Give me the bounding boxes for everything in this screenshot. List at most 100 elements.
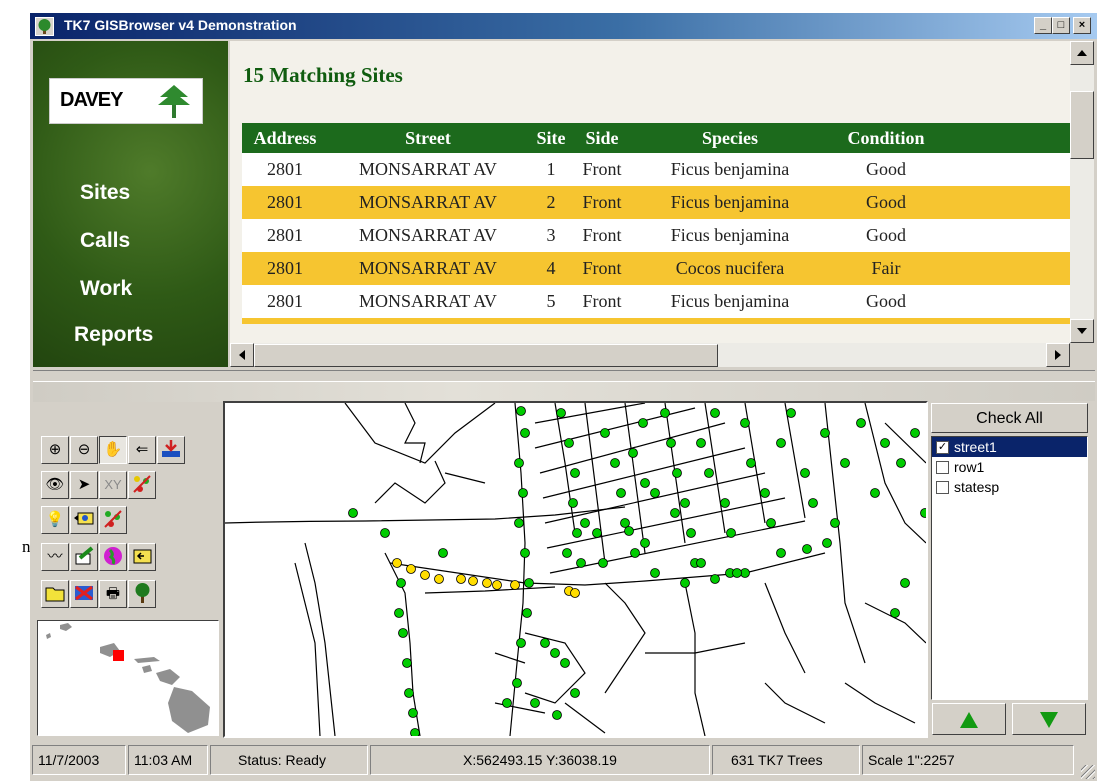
tree-point[interactable]: [640, 478, 650, 488]
remove-tool[interactable]: [70, 580, 98, 608]
horizontal-scroll-thumb[interactable]: [254, 344, 718, 367]
tree-point[interactable]: [404, 688, 414, 698]
tree-point[interactable]: [410, 728, 420, 737]
tree-point[interactable]: [568, 498, 578, 508]
tree-point[interactable]: [348, 508, 358, 518]
tree-point[interactable]: [704, 468, 714, 478]
nav-reports[interactable]: Reports: [74, 323, 153, 347]
layer-checkbox[interactable]: ✓: [936, 441, 949, 454]
tree-point[interactable]: [710, 408, 720, 418]
selected-tree-point[interactable]: [406, 564, 416, 574]
tree-point[interactable]: [396, 578, 406, 588]
selected-tree-point[interactable]: [492, 580, 502, 590]
tree-point[interactable]: [570, 688, 580, 698]
table-row[interactable]: 2801 MONSARRAT AV 2 Front Ficus benjamin…: [242, 186, 1070, 219]
tree-point[interactable]: [808, 498, 818, 508]
close-button[interactable]: ×: [1073, 17, 1091, 34]
maximize-button[interactable]: □: [1052, 17, 1070, 34]
tree-point[interactable]: [624, 526, 634, 536]
table-row-partial[interactable]: [242, 318, 1070, 324]
tree-point[interactable]: [650, 488, 660, 498]
tree-point[interactable]: [822, 538, 832, 548]
view-tool[interactable]: 👁: [41, 471, 69, 499]
tree-point[interactable]: [802, 544, 812, 554]
tree-point[interactable]: [570, 468, 580, 478]
tree-point[interactable]: [540, 638, 550, 648]
zoom-in-tool[interactable]: ⊕: [41, 436, 69, 464]
tree-point[interactable]: [686, 528, 696, 538]
find-label-tool[interactable]: [70, 506, 98, 534]
map-canvas[interactable]: [225, 403, 926, 736]
tree-point[interactable]: [520, 428, 530, 438]
layer-checkbox[interactable]: [936, 481, 949, 494]
selected-tree-point[interactable]: [434, 574, 444, 584]
tree-point[interactable]: [660, 408, 670, 418]
nav-calls[interactable]: Calls: [80, 229, 130, 253]
tree-point[interactable]: [610, 458, 620, 468]
print-tool[interactable]: 🖶: [99, 580, 127, 608]
column-header-side[interactable]: Side: [574, 123, 630, 153]
tree-point[interactable]: [394, 608, 404, 618]
tree-point[interactable]: [680, 578, 690, 588]
tree-point[interactable]: [830, 518, 840, 528]
title-bar[interactable]: TK7 GISBrowser v4 Demonstration _ □ ×: [30, 13, 1097, 39]
nav-work[interactable]: Work: [80, 277, 132, 301]
scroll-right-button[interactable]: [1046, 343, 1070, 367]
tree-point[interactable]: [576, 558, 586, 568]
selected-tree-point[interactable]: [510, 580, 520, 590]
tree-point[interactable]: [438, 548, 448, 558]
tree-point[interactable]: [616, 488, 626, 498]
column-header-address[interactable]: Address: [242, 123, 328, 153]
vertical-scrollbar[interactable]: [1070, 41, 1094, 343]
tree-point[interactable]: [402, 658, 412, 668]
column-header-street[interactable]: Street: [328, 123, 528, 153]
tree-point[interactable]: [896, 458, 906, 468]
app-tree-icon[interactable]: [35, 17, 54, 36]
tree-point[interactable]: [592, 528, 602, 538]
tree-point[interactable]: [880, 438, 890, 448]
tree-point[interactable]: [550, 648, 560, 658]
tree-point[interactable]: [760, 488, 770, 498]
selected-tree-point[interactable]: [482, 578, 492, 588]
scroll-down-button[interactable]: [1070, 319, 1094, 343]
layer-item-row1[interactable]: row1: [932, 457, 1087, 477]
map-view[interactable]: [223, 401, 928, 738]
tree-point[interactable]: [572, 528, 582, 538]
tree-point[interactable]: [562, 548, 572, 558]
table-row[interactable]: 2801 MONSARRAT AV 3 Front Ficus benjamin…: [242, 219, 1070, 252]
tree-point[interactable]: [530, 698, 540, 708]
selected-tree-point[interactable]: [392, 558, 402, 568]
tree-point[interactable]: [580, 518, 590, 528]
tree-point[interactable]: [910, 428, 920, 438]
globe-tool[interactable]: [99, 543, 127, 571]
tree-point[interactable]: [520, 548, 530, 558]
pan-tool[interactable]: ✋: [99, 436, 127, 464]
tree-point[interactable]: [680, 498, 690, 508]
layer-item-street1[interactable]: ✓ street1: [932, 437, 1087, 457]
splitter[interactable]: [33, 370, 1095, 382]
tree-point[interactable]: [800, 468, 810, 478]
tree-point[interactable]: [890, 608, 900, 618]
tree-point[interactable]: [710, 574, 720, 584]
tree-point[interactable]: [696, 558, 706, 568]
table-row[interactable]: 2801 MONSARRAT AV 1 Front Ficus benjamin…: [242, 153, 1070, 186]
back-tool[interactable]: ⇐: [128, 436, 156, 464]
tree-point[interactable]: [920, 508, 927, 518]
tree-point[interactable]: [856, 418, 866, 428]
tree-point[interactable]: [552, 710, 562, 720]
column-header-condition[interactable]: Condition: [830, 123, 942, 153]
tree-point[interactable]: [514, 518, 524, 528]
table-row[interactable]: 2801 MONSARRAT AV 5 Front Ficus benjamin…: [242, 285, 1070, 318]
tree-points-alt-tool[interactable]: [99, 506, 127, 534]
tree-point[interactable]: [620, 518, 630, 528]
xy-tool[interactable]: XY: [99, 471, 127, 499]
tree-point[interactable]: [672, 468, 682, 478]
tree-point[interactable]: [640, 538, 650, 548]
tree-point[interactable]: [518, 488, 528, 498]
select-tool[interactable]: ➤: [70, 471, 98, 499]
light-tool[interactable]: 💡: [41, 506, 69, 534]
selected-tree-point[interactable]: [570, 588, 580, 598]
tree-point[interactable]: [900, 578, 910, 588]
profile-tool[interactable]: 〰: [41, 543, 69, 571]
tree-point[interactable]: [564, 438, 574, 448]
